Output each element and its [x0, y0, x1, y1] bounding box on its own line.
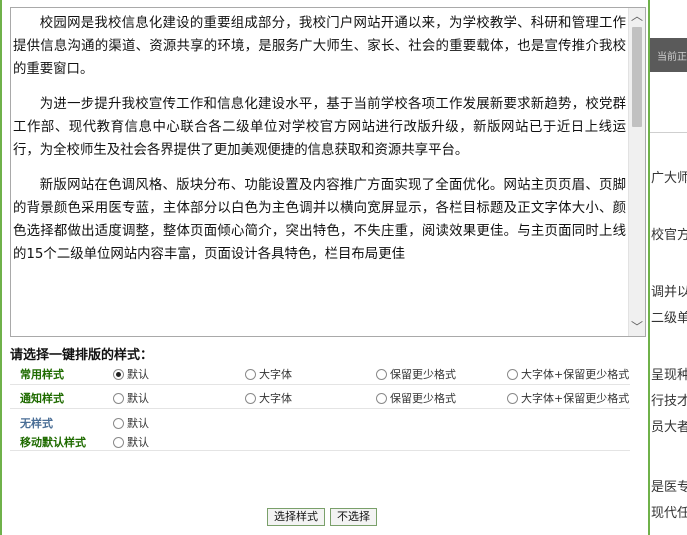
radio-button[interactable] [376, 392, 387, 404]
option-label: 默认 [127, 392, 149, 405]
row-label: 无样式 [20, 417, 53, 430]
style-row-common: 常用样式 默认 大字体 保留更少格式 大字体+保留更少格式 [10, 361, 630, 385]
option-mobile-default[interactable]: 默认 [113, 434, 149, 450]
option-label: 保留更少格式 [390, 392, 456, 405]
no-style-button[interactable]: 不选择 [330, 508, 377, 526]
radio-button[interactable] [245, 392, 256, 404]
option-label: 默认 [127, 436, 149, 449]
preview-paragraph: 新版网站在色调风格、版块分布、功能设置及内容推广方面实现了全面优化。网站主页页眉… [13, 178, 626, 262]
scroll-down-icon[interactable]: ﹀ [629, 319, 645, 336]
option-common-large-font[interactable]: 大字体 [245, 366, 292, 382]
row-label: 常用样式 [20, 368, 64, 381]
background-text-fragment: 行技才 [651, 394, 687, 409]
option-label: 大字体 [259, 368, 292, 381]
option-notice-large-font[interactable]: 大字体 [245, 390, 292, 406]
preview-box[interactable]: 校园网是我校信息化建设的重要组成部分，我校门户网站开通以来，为学校教学、科研和管… [10, 7, 646, 337]
radio-button[interactable] [113, 392, 124, 404]
background-text-fragment: 校官方 [651, 228, 687, 243]
radio-selected[interactable] [113, 368, 124, 380]
option-none-default[interactable]: 默认 [113, 415, 149, 431]
option-notice-less-format[interactable]: 保留更少格式 [376, 390, 456, 406]
dialog-buttons: 选择样式 不选择 [267, 508, 377, 526]
background-topbar-text: 当前正 [657, 52, 687, 63]
option-common-less-format[interactable]: 保留更少格式 [376, 366, 456, 382]
style-options-table: 常用样式 默认 大字体 保留更少格式 大字体+保留更少格式 通知样式 默认 大字… [10, 361, 630, 451]
style-row-none-mobile: 无样式 默认 移动默认样式 默认 [10, 409, 630, 451]
background-text-fragment: 现代任 [651, 506, 687, 521]
radio-button[interactable] [113, 417, 124, 429]
layout-style-dialog: 校园网是我校信息化建设的重要组成部分，我校门户网站开通以来，为学校教学、科研和管… [0, 0, 650, 535]
preview-paragraph: 校园网是我校信息化建设的重要组成部分，我校门户网站开通以来，为学校教学、科研和管… [13, 16, 626, 77]
row-label: 移动默认样式 [20, 436, 86, 449]
radio-button[interactable] [507, 392, 518, 404]
background-page: 当前正 广大师 校官方 调并以 二级单 呈现种 行技才 员大者 是医专 现代任 [649, 0, 687, 535]
radio-button[interactable] [376, 368, 387, 380]
preview-scrollbar[interactable]: ︿ ﹀ [628, 8, 645, 336]
radio-button[interactable] [245, 368, 256, 380]
option-label: 保留更少格式 [390, 368, 456, 381]
background-text-fragment: 是医专 [651, 480, 687, 495]
option-notice-large-less[interactable]: 大字体+保留更少格式 [507, 390, 629, 406]
scrollbar-thumb[interactable] [632, 27, 642, 127]
preview-paragraph: 为进一步提升我校宣传工作和信息化建设水平，基于当前学校各项工作发展新要求新趋势，… [13, 97, 626, 158]
option-notice-default[interactable]: 默认 [113, 390, 149, 406]
background-topbar: 当前正 [649, 38, 687, 72]
option-label: 默认 [127, 417, 149, 430]
background-text-fragment: 二级单 [651, 311, 687, 326]
radio-button[interactable] [507, 368, 518, 380]
style-row-notice: 通知样式 默认 大字体 保留更少格式 大字体+保留更少格式 [10, 385, 630, 409]
background-text-fragment: 员大者 [651, 420, 687, 435]
option-common-default[interactable]: 默认 [113, 366, 149, 382]
background-divider [649, 132, 687, 133]
option-label: 大字体+保留更少格式 [521, 368, 630, 381]
preview-text: 校园网是我校信息化建设的重要组成部分，我校门户网站开通以来，为学校教学、科研和管… [13, 12, 626, 278]
background-text-fragment: 广大师 [651, 171, 687, 186]
option-common-large-less[interactable]: 大字体+保留更少格式 [507, 366, 629, 382]
option-label: 大字体 [259, 392, 292, 405]
background-text-fragment: 呈现种 [651, 368, 687, 383]
radio-button[interactable] [113, 436, 124, 448]
row-label: 通知样式 [20, 392, 64, 405]
option-label: 默认 [127, 368, 149, 381]
select-style-button[interactable]: 选择样式 [267, 508, 325, 526]
background-text-fragment: 调并以 [651, 285, 687, 300]
option-label: 大字体+保留更少格式 [521, 392, 630, 405]
scroll-up-icon[interactable]: ︿ [629, 8, 645, 25]
